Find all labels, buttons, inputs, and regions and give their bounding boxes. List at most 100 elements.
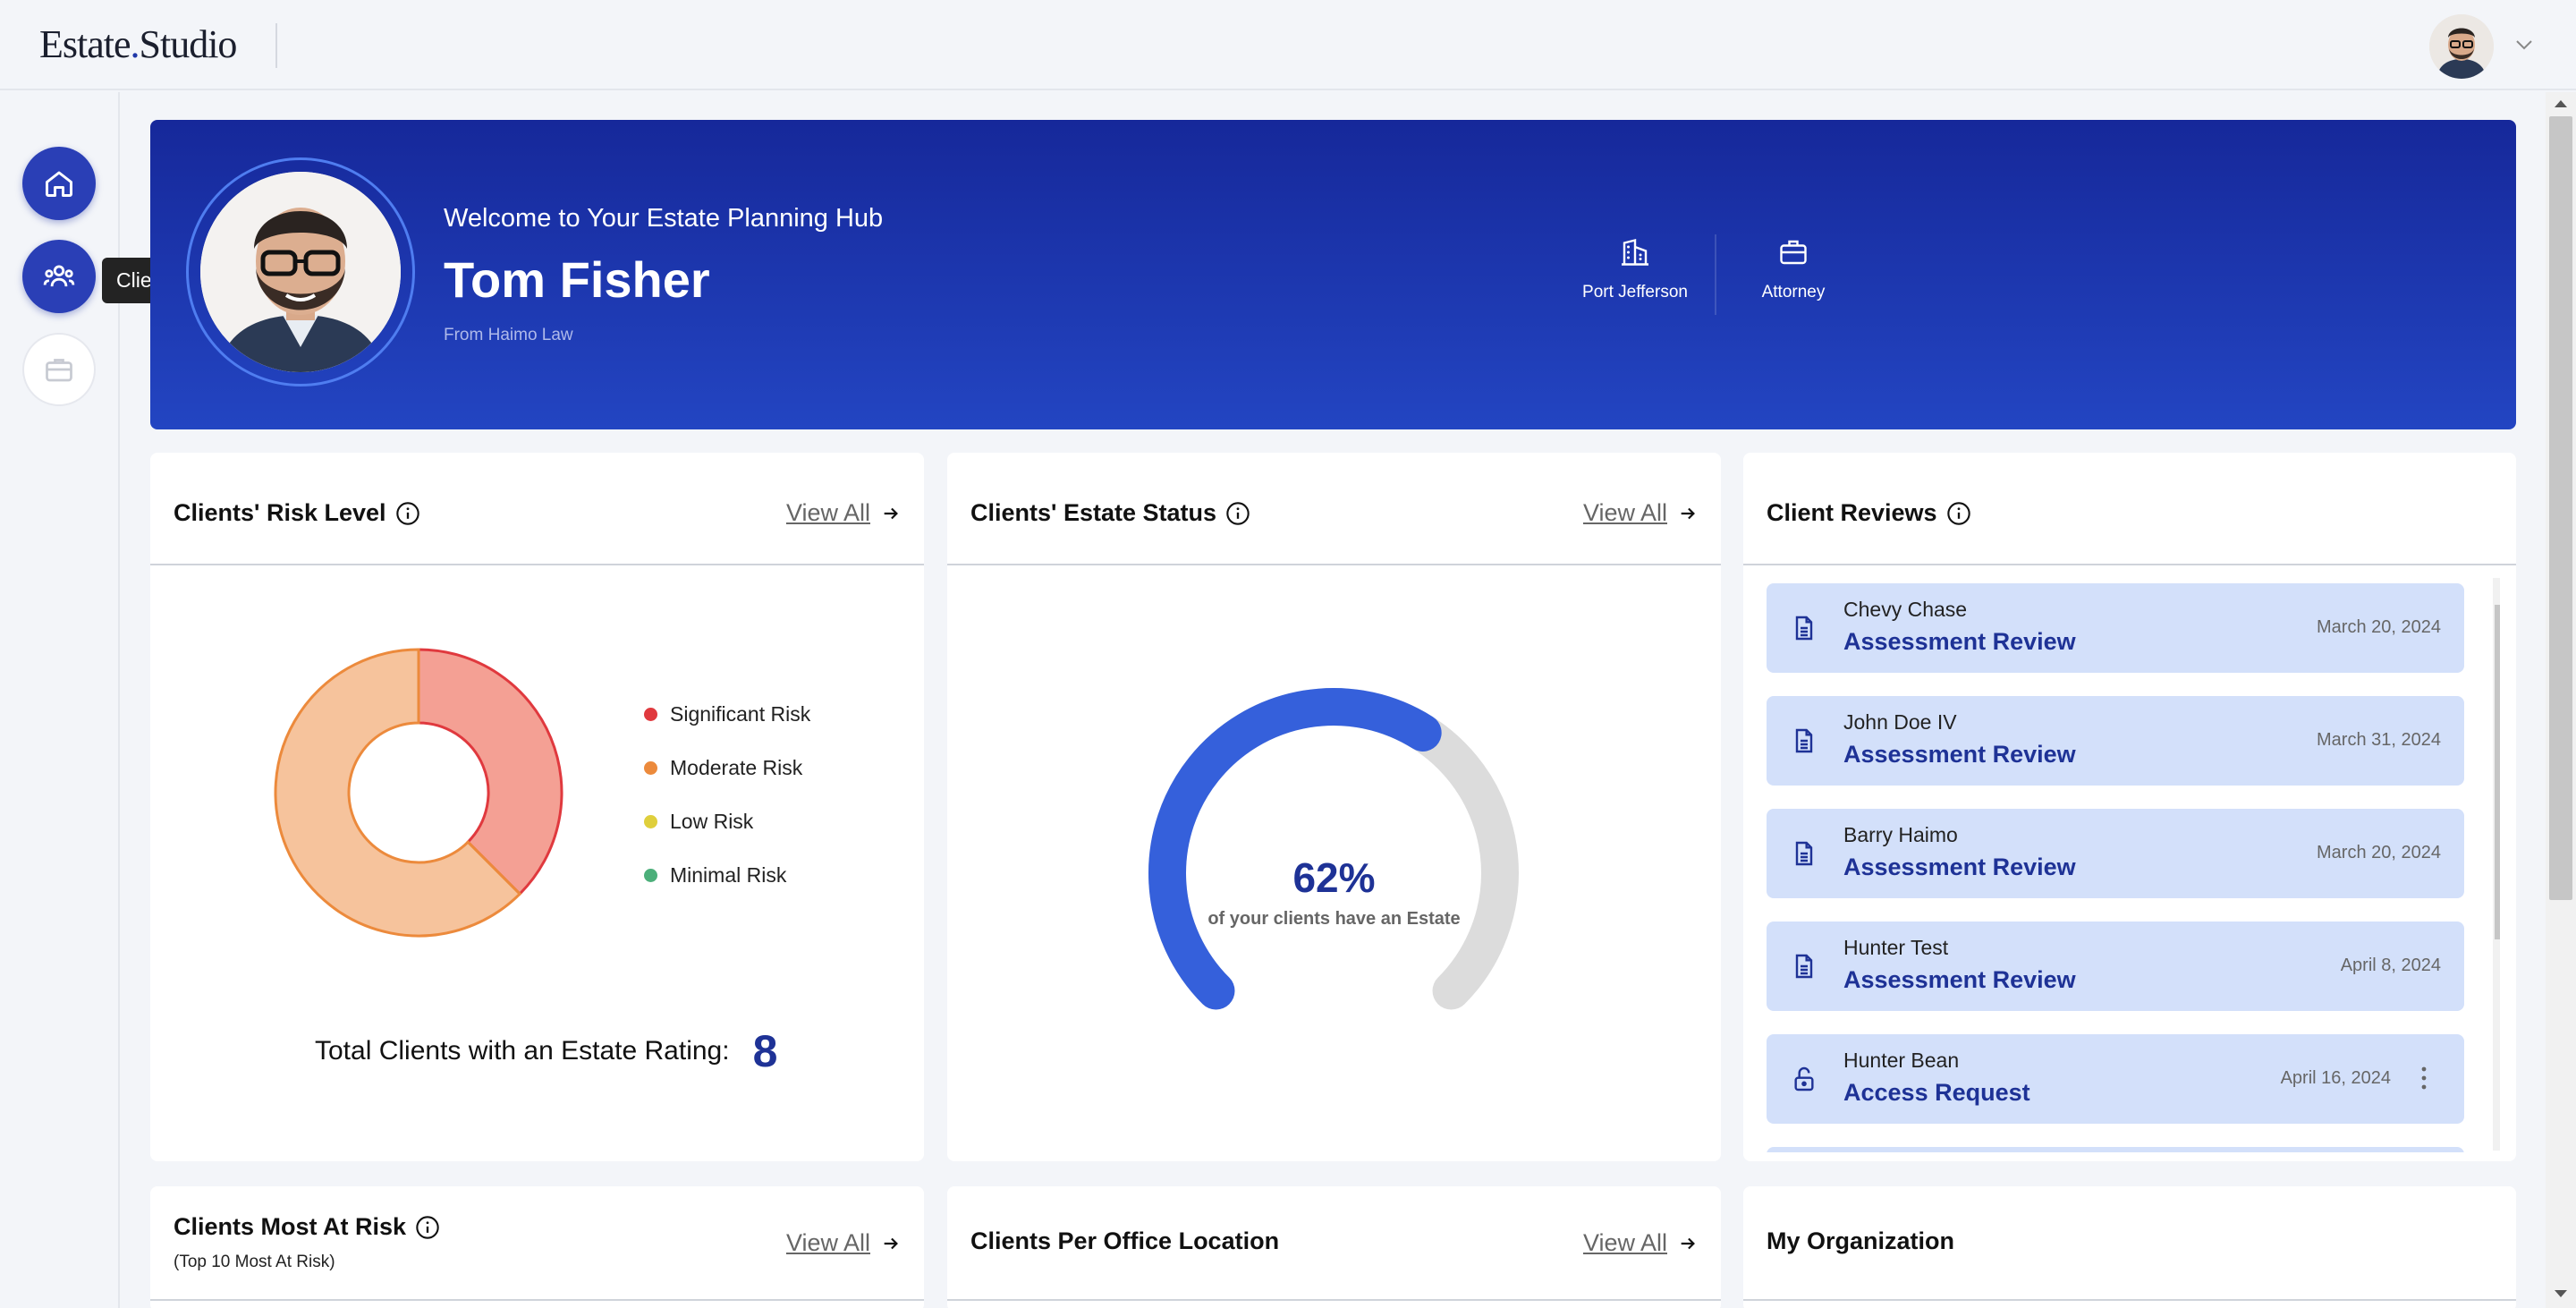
reviews-scrollbar-thumb[interactable] xyxy=(2495,605,2500,939)
gauge-fill xyxy=(1148,688,1442,1010)
briefcase-icon xyxy=(46,359,72,382)
total-clients-value: 8 xyxy=(752,1026,778,1076)
reviews-list[interactable]: Chevy Chase Assessment Review March 20, … xyxy=(1767,578,2500,1152)
estate-subtitle: of your clients have an Estate xyxy=(1208,909,1461,929)
total-clients-rating: Total Clients with an Estate Rating: 8 xyxy=(315,1026,778,1076)
card-title: Clients Per Office Location xyxy=(970,1227,1280,1254)
card-divider xyxy=(150,1299,924,1301)
review-client-name: John Doe IV xyxy=(1843,710,1957,734)
view-all-link[interactable]: View All xyxy=(786,1229,901,1257)
review-item[interactable]: Barry Haimo Assessment Review March 20, … xyxy=(1767,809,2464,898)
arrow-right-icon xyxy=(1681,507,1695,519)
home-icon xyxy=(46,171,72,197)
info-icon[interactable] xyxy=(415,1215,440,1240)
role-label: Attorney xyxy=(1761,283,1826,302)
page-scrollbar-thumb[interactable] xyxy=(2549,116,2572,900)
review-type: Assessment Review xyxy=(1843,741,2076,768)
building-icon xyxy=(1622,238,1648,266)
risk-legend: Significant Risk Moderate Risk Low Risk … xyxy=(644,687,810,902)
card-title: Clients' Risk Level xyxy=(174,499,420,527)
welcome-banner: Welcome to Your Estate Planning Hub Tom … xyxy=(150,120,2516,429)
info-icon[interactable] xyxy=(1225,501,1250,526)
review-date: April 8, 2024 xyxy=(2340,956,2441,975)
info-icon[interactable] xyxy=(395,501,420,526)
role-info: Attorney xyxy=(1728,236,1859,302)
client-reviews-card: Client Reviews Chevy Chase Assessment Re… xyxy=(1743,453,2516,1161)
scroll-down-icon[interactable] xyxy=(2498,1134,2500,1145)
review-type: Assessment Review xyxy=(1843,628,2076,655)
welcome-text: Welcome to Your Estate Planning Hub xyxy=(444,204,884,233)
arrow-right-icon xyxy=(1681,1237,1695,1249)
review-item[interactable] xyxy=(1767,1147,2464,1152)
view-all-link[interactable]: View All xyxy=(1583,1229,1698,1257)
top-bar: Estate.Studio xyxy=(0,0,2576,90)
legend-item: Moderate Risk xyxy=(644,741,810,794)
card-title: My Organization xyxy=(1767,1227,1955,1254)
scroll-up-icon[interactable] xyxy=(2553,98,2569,109)
profile-photo xyxy=(200,172,401,372)
review-date: March 20, 2024 xyxy=(2317,843,2441,862)
review-client-name: Barry Haimo xyxy=(1843,823,1958,846)
review-type: Assessment Review xyxy=(1843,966,2076,993)
briefcase-icon xyxy=(1780,240,1807,265)
info-icon[interactable] xyxy=(1946,501,1971,526)
legend-item: Significant Risk xyxy=(644,687,810,741)
location-info: Port Jefferson xyxy=(1567,236,1703,302)
review-client-name: Hunter Bean xyxy=(1843,1049,1960,1072)
review-item[interactable]: Hunter Test Assessment Review April 8, 2… xyxy=(1767,922,2464,1011)
arrow-right-icon xyxy=(884,507,898,519)
estate-percent: 62% xyxy=(1292,854,1376,901)
firm-name: From Haimo Law xyxy=(444,326,573,344)
review-date: March 20, 2024 xyxy=(2317,617,2441,637)
review-item[interactable]: John Doe IV Assessment Review March 31, … xyxy=(1767,696,2464,786)
review-type: Assessment Review xyxy=(1843,854,2076,880)
document-icon xyxy=(1795,616,1813,641)
location-label: Port Jefferson xyxy=(1582,283,1688,302)
card-divider xyxy=(947,1299,1721,1301)
review-item[interactable]: Chevy Chase Assessment Review March 20, … xyxy=(1767,583,2464,673)
card-header: Clients' Estate Status View All xyxy=(947,453,1721,565)
review-item[interactable]: Hunter Bean Access Request April 16, 202… xyxy=(1767,1034,2464,1124)
card-title: Clients Most At Risk xyxy=(174,1213,440,1241)
risk-level-card: Clients' Risk Level View All Significant… xyxy=(150,453,924,1161)
card-divider xyxy=(1743,1299,2516,1301)
kebab-menu-icon[interactable] xyxy=(2419,1065,2428,1091)
app-logo[interactable]: Estate.Studio xyxy=(39,21,237,67)
legend-item: Low Risk xyxy=(644,794,810,848)
document-icon xyxy=(1795,728,1813,753)
meta-divider xyxy=(1715,234,1716,315)
scroll-down-icon[interactable] xyxy=(2553,1288,2569,1299)
scroll-up-icon[interactable] xyxy=(2498,585,2500,596)
unlock-icon xyxy=(1794,1066,1814,1091)
chevron-down-icon[interactable] xyxy=(2513,34,2535,55)
estate-status-card: Clients' Estate Status View All 62% of y… xyxy=(947,453,1721,1161)
office-location-card: Clients Per Office Location View All xyxy=(947,1186,1721,1308)
user-avatar[interactable] xyxy=(2429,14,2494,79)
review-type: Access Request xyxy=(1843,1079,2030,1106)
document-icon xyxy=(1795,954,1813,979)
review-date: April 16, 2024 xyxy=(2280,1068,2391,1088)
logo-divider xyxy=(275,23,277,68)
card-header: Clients' Risk Level View All xyxy=(150,453,924,565)
card-header: Client Reviews xyxy=(1743,453,2516,565)
document-icon xyxy=(1795,841,1813,866)
user-name: Tom Fisher xyxy=(444,251,710,308)
clients-icon xyxy=(43,265,75,287)
card-title: Client Reviews xyxy=(1767,499,1971,527)
card-title: Clients' Estate Status xyxy=(970,499,1250,527)
most-at-risk-card: Clients Most At Risk (Top 10 Most At Ris… xyxy=(150,1186,924,1308)
view-all-link[interactable]: View All xyxy=(786,499,901,527)
view-all-link[interactable]: View All xyxy=(1583,499,1698,527)
review-date: March 31, 2024 xyxy=(2317,730,2441,750)
sidebar-item-clients[interactable] xyxy=(22,240,96,313)
my-organization-card: My Organization xyxy=(1743,1186,2516,1308)
legend-item: Minimal Risk xyxy=(644,848,810,902)
card-subtitle: (Top 10 Most At Risk) xyxy=(174,1253,335,1271)
arrow-right-icon xyxy=(884,1237,898,1249)
sidebar-item-briefcase[interactable] xyxy=(22,333,96,406)
review-client-name: Hunter Test xyxy=(1843,936,1949,959)
sidebar-item-home[interactable] xyxy=(22,147,96,220)
review-client-name: Chevy Chase xyxy=(1843,598,1968,621)
risk-donut-chart xyxy=(274,648,564,938)
donut-slice-significant-risk[interactable] xyxy=(417,648,564,896)
